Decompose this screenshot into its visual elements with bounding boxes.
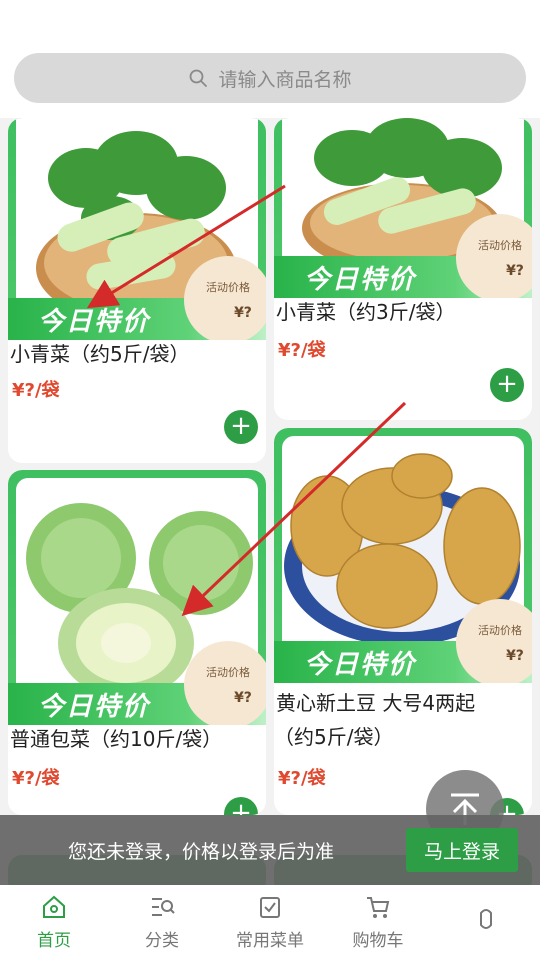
tab-cart[interactable]: 购物车: [324, 885, 432, 960]
bottom-tab-bar: 首页 分类 常用菜单 购物车: [0, 885, 540, 960]
login-prompt-bar: 您还未登录，价格以登录后为准 马上登录: [0, 815, 540, 885]
tab-profile[interactable]: [432, 885, 540, 960]
login-prompt-text: 您还未登录，价格以登录后为准: [68, 841, 335, 863]
category-icon: [152, 898, 175, 916]
tab-label: 购物车: [352, 931, 404, 951]
tab-home[interactable]: 首页: [0, 885, 108, 960]
tab-label: 分类: [145, 931, 179, 951]
user-icon: [480, 908, 492, 929]
tab-category[interactable]: 分类: [108, 885, 216, 960]
login-button[interactable]: 马上登录: [406, 828, 518, 872]
tab-frequent-menu[interactable]: 常用菜单: [216, 885, 324, 960]
cart-icon: [367, 897, 390, 918]
home-icon: [43, 895, 65, 918]
menu-list-icon: [260, 897, 280, 918]
arrow-2: [181, 401, 407, 617]
arrow-1: [86, 184, 286, 309]
tab-label: 常用菜单: [236, 931, 304, 951]
tab-label: 首页: [37, 931, 71, 951]
